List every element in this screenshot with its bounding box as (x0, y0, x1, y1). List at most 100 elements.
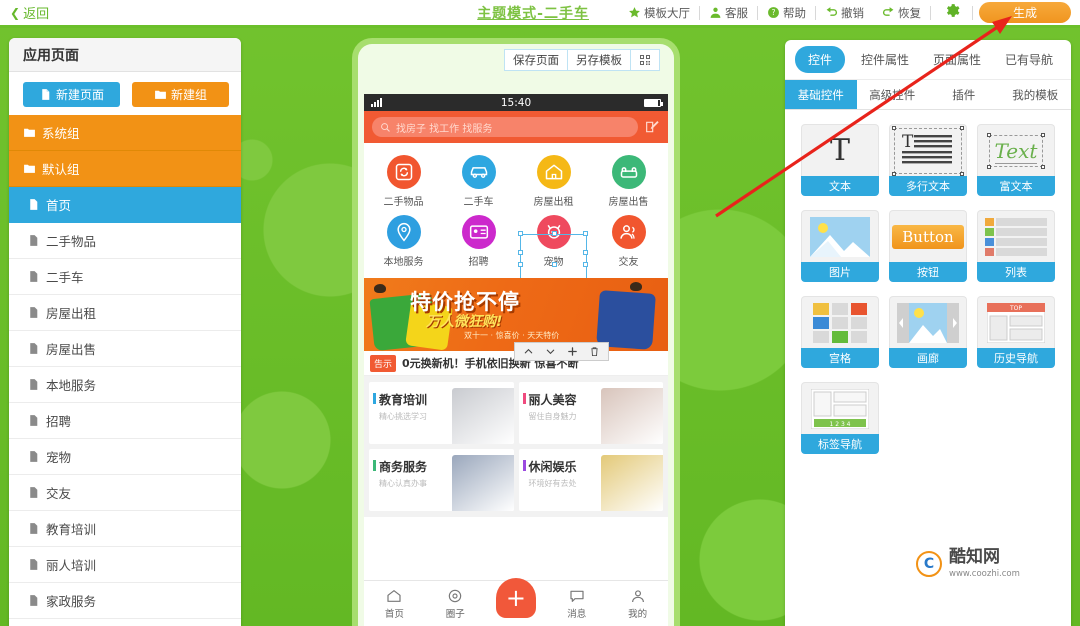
widget-card-2[interactable]: Text 富文本 (977, 124, 1055, 196)
category-card-1[interactable]: 丽人美容 留住自身魅力 (518, 382, 663, 444)
sidebar-item-8[interactable]: 招聘 (9, 403, 241, 439)
new-page-button[interactable]: 新建页面 (23, 82, 120, 107)
search-placeholder: 找房子 找工作 找服务 (396, 123, 493, 135)
category-card-3[interactable]: 休闲娱乐 环境好有去处 (518, 449, 663, 511)
sidebar-item-0[interactable]: 系统组 (9, 115, 241, 151)
category-card-0[interactable]: 教育培训 精心挑选学习 (369, 382, 514, 444)
tabbar-item-1[interactable]: 圈子 (425, 588, 486, 620)
chevron-down-icon[interactable] (545, 346, 556, 357)
panel-tab-2[interactable]: 页面属性 (925, 48, 989, 71)
save-template-button[interactable]: 另存模板 (567, 49, 630, 71)
id-card-icon (461, 215, 496, 249)
resize-handle[interactable] (583, 262, 588, 267)
sidebar-item-11[interactable]: 教育培训 (9, 511, 241, 547)
sidebar-item-2[interactable]: 首页 (9, 187, 241, 223)
button-preview: Button (892, 224, 964, 249)
plus-icon[interactable]: + (495, 577, 536, 618)
sidebar-item-1[interactable]: 默认组 (9, 151, 241, 187)
widget-card-9[interactable]: 1 2 3 4 标签导航 (801, 382, 879, 454)
chevron-up-icon[interactable] (523, 346, 534, 357)
widget-card-8[interactable]: TOP 历史导航 (977, 296, 1055, 368)
widget-card-0[interactable]: T 文本 (801, 124, 879, 196)
page-icon (27, 522, 40, 535)
resize-handle[interactable] (518, 262, 523, 267)
sidebar-item-3[interactable]: 二手物品 (9, 223, 241, 259)
help-button[interactable]: ? 帮助 (758, 5, 815, 21)
widget-grid: T 文本 T 多行文本 Text 富文本 图片 Button 按钮 列表 宫格 画廊 TOP 历史导航 1 … (785, 110, 1071, 468)
grid-nav-item-6[interactable]: 宠物 (516, 212, 591, 280)
pages-list: 系统组 默认组 首页 二手物品 二手车 房屋出租 房屋出售 本地服务 招聘 宠物 交友 教育培训 丽人培… (9, 115, 241, 619)
qrcode-button[interactable] (630, 49, 660, 71)
panel-subtab-0[interactable]: 基础控件 (785, 80, 857, 109)
back-button[interactable]: ❮ 返回 (10, 3, 49, 23)
promo-banner[interactable]: 特价抢不停 万人微狂购! 双十一 · 惊喜价 · 天天特价 (364, 278, 668, 351)
trash-icon[interactable] (589, 346, 600, 357)
widget-label: 多行文本 (889, 176, 967, 196)
tabbar-item-2[interactable]: + (486, 577, 547, 618)
grid-nav-item-5[interactable]: 招聘 (441, 212, 516, 272)
sidebar-item-12[interactable]: 丽人培训 (9, 547, 241, 583)
panel-tab-1[interactable]: 控件属性 (853, 48, 917, 71)
sidebar-item-9[interactable]: 宠物 (9, 439, 241, 475)
widget-thumb: 1 2 3 4 (801, 382, 879, 434)
widget-card-7[interactable]: 画廊 (889, 296, 967, 368)
folder-icon (23, 126, 36, 139)
tabbar-item-4[interactable]: 我的 (607, 588, 668, 620)
sidebar-item-6[interactable]: 房屋出售 (9, 331, 241, 367)
panel-subtab-2[interactable]: 插件 (928, 80, 1000, 109)
card-accent-bar (522, 393, 526, 404)
page-title[interactable]: 主题模式-二手车 (477, 3, 589, 23)
resize-handle[interactable] (551, 262, 557, 267)
grid-nav-item-0[interactable]: 二手物品 (366, 152, 441, 212)
widget-card-6[interactable]: 宫格 (801, 296, 879, 368)
save-page-button[interactable]: 保存页面 (504, 49, 567, 71)
grid-nav-item-1[interactable]: 二手车 (441, 152, 516, 212)
widget-card-5[interactable]: 列表 (977, 210, 1055, 282)
tabbar-label: 首页 (384, 608, 404, 620)
svg-text:?: ? (771, 8, 775, 17)
sidebar-item-5[interactable]: 房屋出租 (9, 295, 241, 331)
grid-nav-item-7[interactable]: 交友 (591, 212, 666, 272)
generate-button[interactable]: 生成 (979, 2, 1071, 23)
sidebar-item-10[interactable]: 交友 (9, 475, 241, 511)
grid-nav-item-4[interactable]: 本地服务 (366, 212, 441, 272)
category-card-2[interactable]: 商务服务 精心认真办事 (369, 449, 514, 511)
watermark-logo-letter: C (923, 556, 935, 572)
grid-nav-item-3[interactable]: 房屋出售 (591, 152, 666, 212)
save-template-label: 另存模板 (576, 53, 622, 67)
page-icon (27, 450, 40, 463)
widget-card-1[interactable]: T 多行文本 (889, 124, 967, 196)
redo-button[interactable]: 恢复 (873, 5, 930, 21)
widget-card-4[interactable]: Button 按钮 (889, 210, 967, 282)
tabbar-item-3[interactable]: 消息 (546, 588, 607, 620)
undo-button[interactable]: 撤销 (816, 5, 873, 21)
sidebar-item-4[interactable]: 二手车 (9, 259, 241, 295)
resize-handle[interactable] (583, 231, 588, 236)
text-glyph: T (829, 133, 850, 168)
new-group-button[interactable]: 新建组 (132, 82, 229, 107)
new-group-label: 新建组 (170, 88, 207, 102)
sidebar-item-7[interactable]: 本地服务 (9, 367, 241, 403)
panel-tab-0[interactable]: 控件 (794, 46, 845, 73)
resize-handle[interactable] (518, 250, 523, 255)
widget-card-3[interactable]: 图片 (801, 210, 879, 282)
support-button[interactable]: 客服 (700, 5, 757, 21)
sidebar-item-13[interactable]: 家政服务 (9, 583, 241, 619)
resize-handle[interactable] (551, 231, 557, 236)
save-page-label: 保存页面 (513, 53, 559, 67)
resize-handle[interactable] (583, 250, 588, 255)
panel-subtab-3[interactable]: 我的模板 (1000, 80, 1072, 109)
plus-icon[interactable] (567, 346, 578, 357)
template-hall-button[interactable]: 模板大厅 (619, 5, 699, 21)
panel-subtab-1[interactable]: 高级控件 (857, 80, 929, 109)
sofa-icon (611, 155, 646, 189)
tabbar-label: 我的 (628, 608, 648, 620)
grid-nav-label: 二手车 (463, 197, 494, 208)
compose-icon[interactable] (644, 119, 660, 135)
panel-tab-3[interactable]: 已有导航 (997, 48, 1061, 71)
settings-button[interactable] (931, 2, 972, 23)
grid-nav-item-2[interactable]: 房屋出租 (516, 152, 591, 212)
tabbar-item-0[interactable]: 首页 (364, 588, 425, 620)
search-input[interactable]: 找房子 找工作 找服务 (372, 117, 638, 137)
resize-handle[interactable] (518, 231, 523, 236)
